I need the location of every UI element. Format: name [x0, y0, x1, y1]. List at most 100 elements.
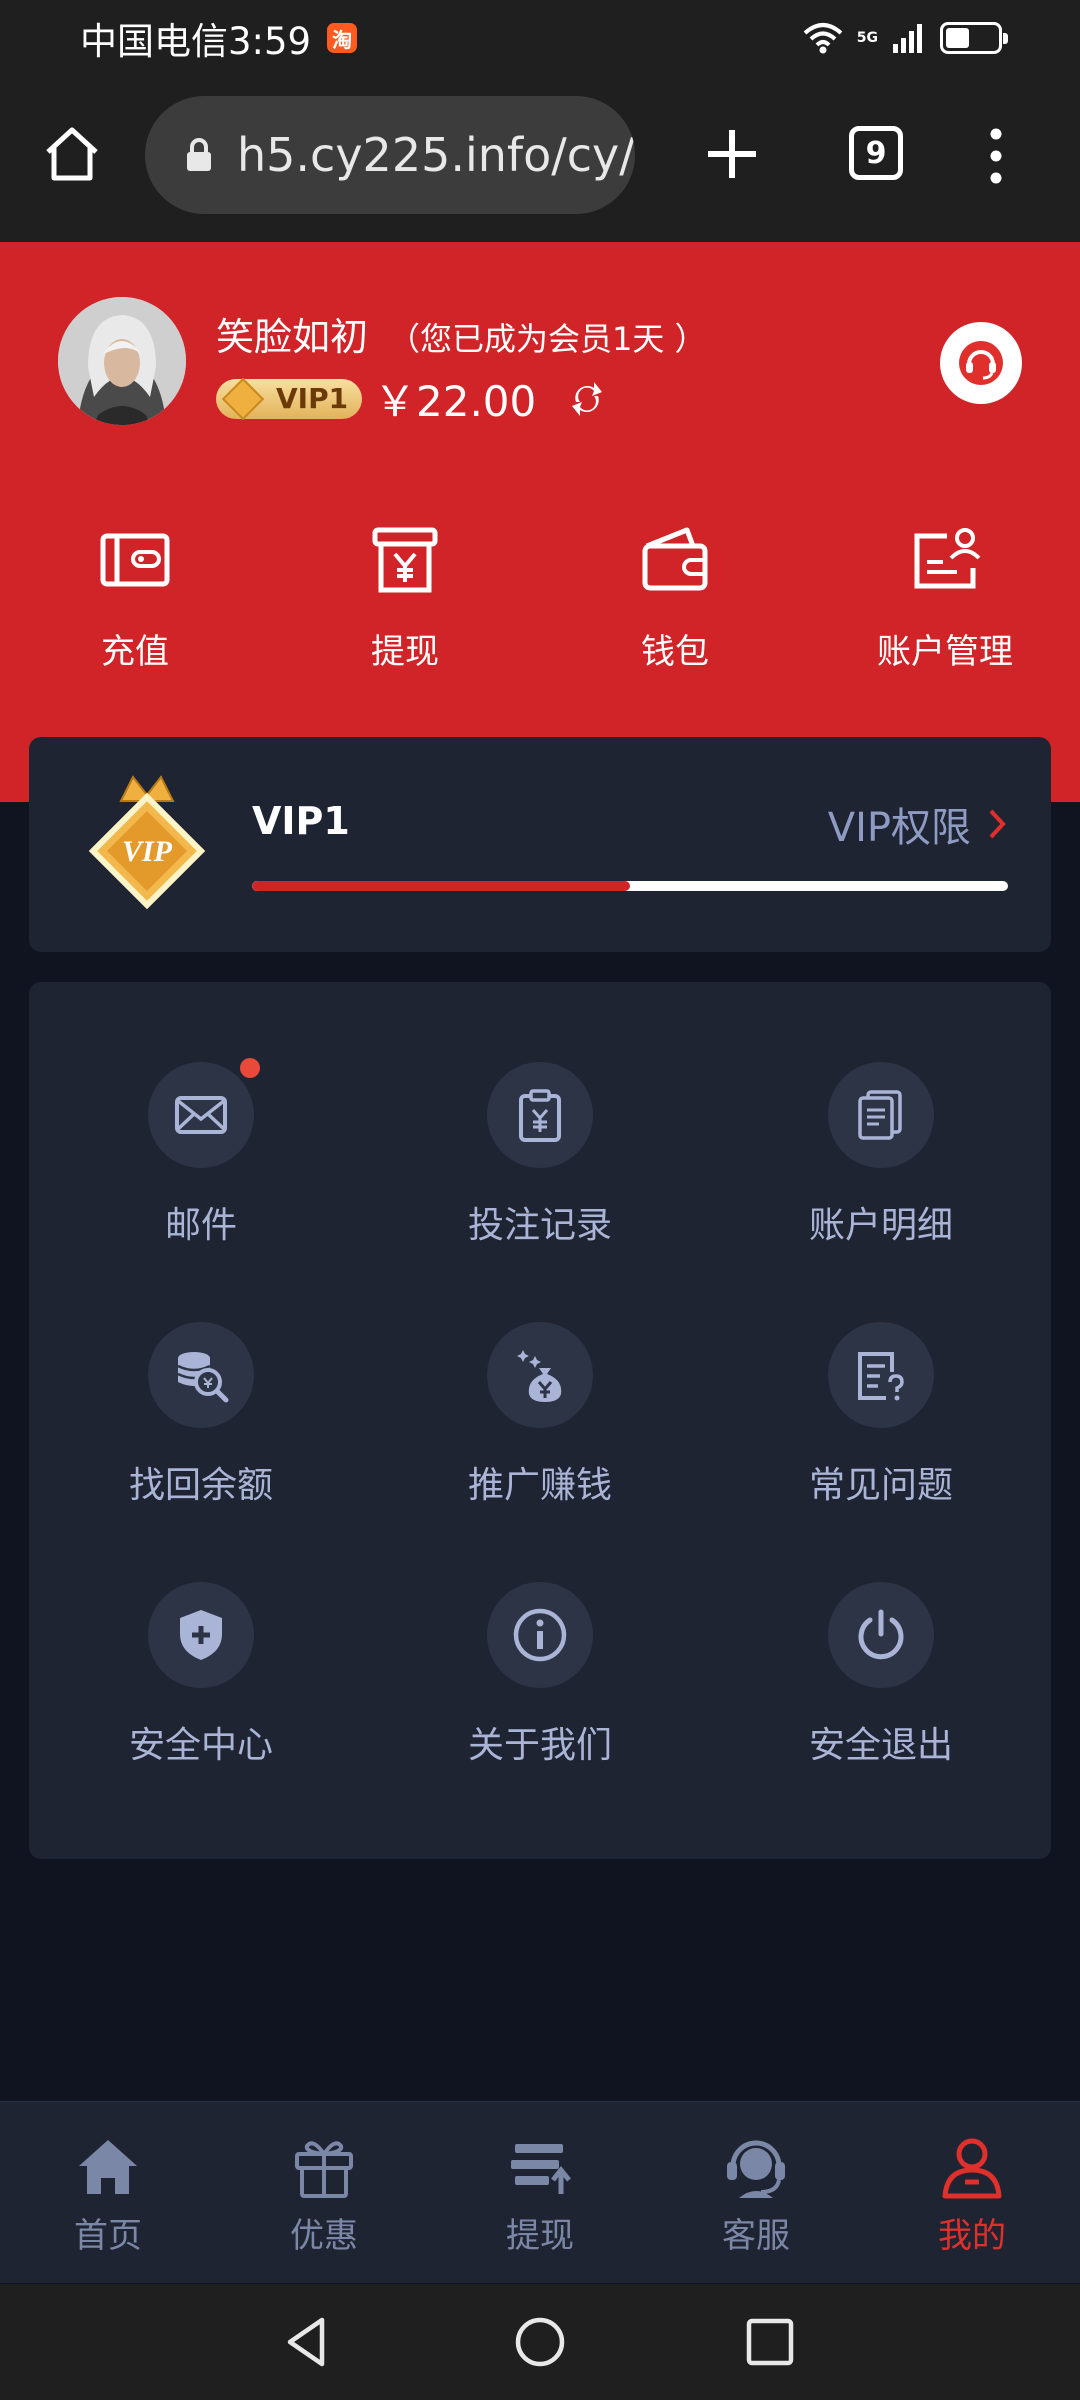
signal-icon [893, 24, 922, 53]
menu-item-bet-records[interactable]: 投注记录 [420, 1062, 660, 1248]
menu-icon-circle [487, 1322, 593, 1428]
balance-amount: ￥22.00 [374, 377, 537, 426]
menu-icon-circle [828, 1582, 934, 1688]
vip-chip-label: VIP1 [276, 382, 349, 415]
menu-icon-circle [148, 1582, 254, 1688]
tab-label: 客服 [722, 2216, 790, 2256]
home-icon [79, 2140, 137, 2194]
user-icon [942, 2138, 1002, 2199]
status-icons: 5G [803, 21, 1008, 55]
withdraw-yen-icon [372, 527, 438, 593]
info-icon [513, 1608, 567, 1662]
menu-item-about-us[interactable]: 关于我们 [420, 1582, 660, 1768]
recharge-action[interactable]: 充值 [25, 522, 245, 673]
balance-line: VIP1 ￥22.00 [216, 368, 610, 429]
tab-switcher-button[interactable]: 9 [849, 126, 903, 180]
avatar-image [58, 297, 186, 425]
menu-label: 关于我们 [467, 1725, 612, 1766]
vip-rights-label: VIP权限 [827, 805, 971, 851]
vip-card[interactable]: VIP VIP1 VIP权限 [29, 737, 1051, 952]
chevron-right-icon [989, 809, 1006, 839]
tab-label: 优惠 [290, 2216, 358, 2256]
vip-progress-fill [252, 881, 630, 891]
account-card-icon [914, 528, 981, 589]
tab-customer-service[interactable]: 客服 [666, 2132, 846, 2257]
recharge-wallet-icon [100, 533, 170, 587]
tab-label: 首页 [74, 2216, 142, 2256]
browser-toolbar: h5.cy225.info/cy/ 9 [0, 76, 1080, 242]
gift-icon [295, 2141, 353, 2198]
faq-icon [858, 1352, 904, 1401]
recents-icon[interactable] [742, 2314, 798, 2370]
more-menu-icon[interactable] [976, 126, 1016, 186]
status-bar: 中国电信3:59 淘 5G [0, 0, 1080, 76]
wallet-icon [642, 527, 708, 591]
tab-offers[interactable]: 优惠 [234, 2132, 414, 2257]
profile-header: 笑脸如初 （您已成为会员1天 ） VIP1 ￥22.00 充值 提现 钱包 账户… [0, 242, 1080, 802]
menu-icon-circle [828, 1062, 934, 1168]
url-bar[interactable]: h5.cy225.info/cy/ [145, 96, 635, 214]
browser-home-icon[interactable] [40, 122, 104, 186]
vip-diamond-icon [221, 377, 265, 420]
qa-label: 账户管理 [877, 632, 1013, 672]
menu-item-faq[interactable]: 常见问题 [761, 1322, 1001, 1508]
menu-item-promotion[interactable]: 推广赚钱 [420, 1322, 660, 1508]
menu-icon-circle [828, 1322, 934, 1428]
menu-icon-circle [487, 1582, 593, 1688]
menu-item-recover-balance[interactable]: 找回余额 [81, 1322, 321, 1508]
mail-icon [175, 1096, 227, 1134]
vip-progress-bar [252, 881, 1008, 891]
new-tab-icon[interactable] [700, 122, 764, 186]
tab-label: 我的 [938, 2216, 1006, 2256]
menu-icon-circle [487, 1062, 593, 1168]
documents-icon [858, 1090, 902, 1140]
tab-home[interactable]: 首页 [18, 2132, 198, 2257]
menu-item-mail[interactable]: 邮件 [81, 1058, 321, 1248]
android-nav-bar [0, 2284, 1080, 2400]
avatar[interactable] [58, 297, 186, 425]
account-management-action[interactable]: 账户管理 [835, 522, 1055, 673]
withdraw-action[interactable]: 提现 [295, 522, 515, 673]
lock-icon [187, 138, 211, 171]
wallet-action[interactable]: 钱包 [565, 522, 785, 673]
customer-service-button[interactable] [940, 322, 1022, 404]
username-line: 笑脸如初 （您已成为会员1天 ） [216, 306, 707, 361]
quick-actions: 充值 提现 钱包 账户管理 [0, 522, 1080, 702]
shield-icon [180, 1610, 222, 1660]
username: 笑脸如初 [216, 315, 369, 359]
headset-icon [959, 341, 1003, 385]
qa-label: 提现 [371, 632, 439, 672]
menu-label: 账户明细 [808, 1205, 953, 1246]
tab-label: 提现 [506, 2216, 574, 2256]
wifi-icon [803, 23, 843, 54]
url-text: h5.cy225.info/cy/ [237, 128, 635, 182]
menu-item-logout[interactable]: 安全退出 [761, 1582, 1001, 1768]
tab-mine[interactable]: 我的 [882, 2132, 1062, 2257]
home-circle-icon[interactable] [512, 2314, 568, 2370]
menu-card: 邮件 投注记录 账户明细 找回余额 推广赚钱 常见问题 安全中心 关于我们 安全… [29, 982, 1051, 1859]
menu-item-account-details[interactable]: 账户明细 [761, 1062, 1001, 1248]
money-bag-icon [517, 1350, 562, 1402]
menu-label: 安全退出 [808, 1725, 953, 1766]
menu-label: 推广赚钱 [467, 1465, 612, 1506]
menu-item-security-center[interactable]: 安全中心 [81, 1582, 321, 1768]
svg-text:VIP: VIP [122, 835, 173, 868]
carrier-time: 中国电信3:59 [80, 20, 312, 63]
member-duration-note: （您已成为会员1天 ） [388, 320, 707, 358]
vip-level: VIP1 [252, 799, 350, 843]
vip-crown-badge-icon: VIP [88, 775, 206, 910]
network-type: 5G [856, 30, 878, 46]
tab-withdraw[interactable]: 提现 [450, 2132, 630, 2257]
refresh-icon[interactable] [564, 376, 610, 422]
qa-label: 钱包 [641, 632, 709, 672]
menu-label: 安全中心 [128, 1725, 273, 1766]
clipboard-yen-icon [519, 1089, 561, 1142]
menu-icon-circle [148, 1058, 260, 1168]
back-icon[interactable] [280, 2314, 336, 2370]
menu-label: 邮件 [164, 1205, 237, 1246]
qa-label: 充值 [101, 632, 169, 672]
status-left: 中国电信3:59 淘 [80, 11, 358, 65]
menu-label: 投注记录 [467, 1205, 612, 1246]
vip-rights-link[interactable]: VIP权限 [828, 795, 1007, 853]
withdraw-icon [511, 2144, 571, 2194]
